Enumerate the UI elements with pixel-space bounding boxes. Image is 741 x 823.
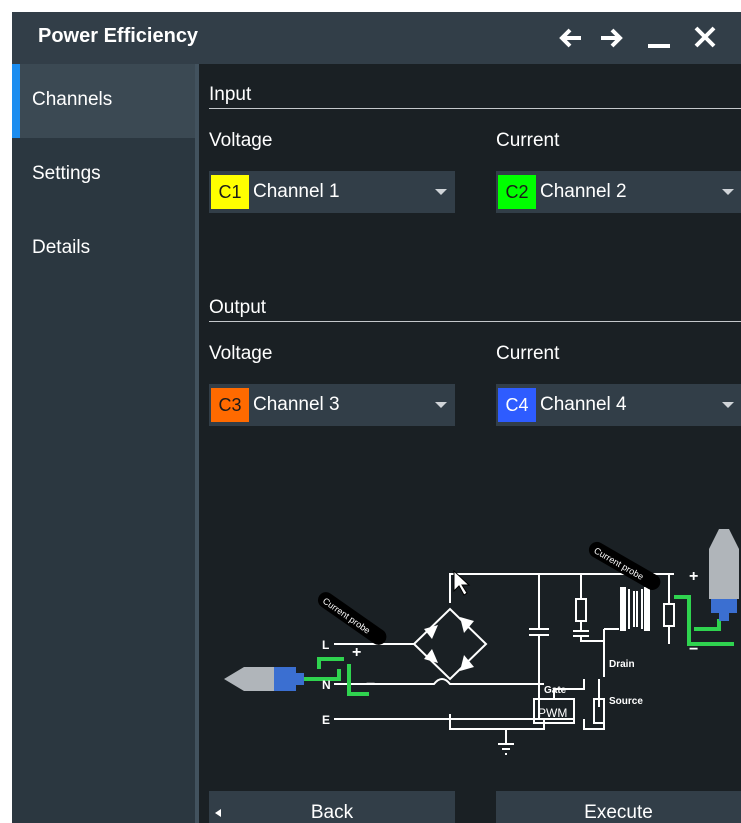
input-current-dropdown[interactable]: C2 Channel 2 [496,171,741,213]
minus-label: − [366,676,375,693]
forward-arrow-icon[interactable] [597,24,629,52]
channel-chip-c3: C3 [211,388,249,422]
input-section-title: Input [209,84,252,105]
probe-label-left: Current probe [321,596,372,636]
dropdown-value: Channel 4 [540,394,627,415]
dropdown-value: Channel 2 [540,181,627,202]
sidebar-item-channels[interactable]: Channels [12,64,195,138]
output-voltage-probe-icon [709,529,739,621]
circuit-diagram: L N E + − + − Gate Drain Source PWM Curr… [224,529,739,755]
sidebar-item-label: Details [32,237,91,258]
line-label-n: N [322,678,331,692]
chevron-down-icon [435,402,447,408]
source-label: Source [609,696,643,707]
sidebar-item-label: Channels [32,89,113,110]
plus-label: + [352,644,361,661]
sidebar-item-settings[interactable]: Settings [12,138,195,212]
output-current-dropdown[interactable]: C4 Channel 4 [496,384,741,426]
back-button[interactable]: Back [209,791,455,823]
chevron-down-icon [435,189,447,195]
drain-label: Drain [609,659,635,670]
output-section-title: Output [209,297,267,318]
input-voltage-dropdown[interactable]: C1 Channel 1 [209,171,455,213]
dropdown-value: Channel 3 [253,394,340,415]
input-voltage-label: Voltage [209,130,273,151]
sidebar-item-details[interactable]: Details [12,212,195,286]
channel-chip-c4: C4 [498,388,536,422]
dropdown-value: Channel 1 [253,181,340,202]
line-label-l: L [322,638,329,652]
input-section-divider [209,108,741,109]
chevron-down-icon [722,189,734,195]
minimize-icon[interactable] [644,24,676,52]
voltage-probe-icon [224,667,304,691]
back-arrow-icon[interactable] [555,24,587,52]
back-button-label: Back [310,802,354,823]
pwm-label: PWM [538,706,567,720]
output-voltage-label: Voltage [209,343,273,364]
title-bar: Power Efficiency [12,12,741,64]
sidebar: Channels Settings Details [12,64,195,823]
gate-label: Gate [544,685,567,696]
content-panel: Input Voltage C1 Channel 1 Current C2 Ch… [199,64,741,823]
execute-button[interactable]: Execute [496,791,741,823]
close-icon[interactable] [690,24,722,52]
output-voltage-dropdown[interactable]: C3 Channel 3 [209,384,455,426]
output-minus-label: − [689,641,698,658]
channel-chip-c1: C1 [211,175,249,209]
channel-chip-c2: C2 [498,175,536,209]
line-label-e: E [322,713,330,727]
output-plus-label: + [689,568,698,585]
output-section-divider [209,321,741,322]
sidebar-item-label: Settings [32,163,101,184]
input-current-label: Current [496,130,560,151]
power-efficiency-window: Power Efficiency Channels Settings Detai… [12,12,741,823]
output-current-label: Current [496,343,560,364]
back-triangle-icon [215,809,221,817]
execute-button-label: Execute [584,802,653,823]
chevron-down-icon [722,402,734,408]
probe-label-right: Current probe [592,545,645,581]
window-title: Power Efficiency [38,25,199,47]
